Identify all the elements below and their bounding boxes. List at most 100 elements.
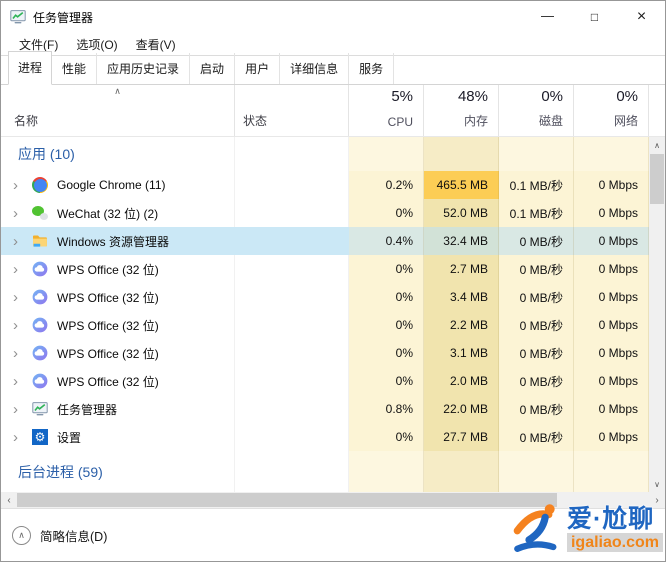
column-header-status[interactable]: 状态 xyxy=(235,85,349,136)
settings-gear-icon: ⚙ xyxy=(32,429,48,445)
tab-startup[interactable]: 启动 xyxy=(190,53,236,84)
column-header-cpu[interactable]: 5% CPU xyxy=(349,85,424,136)
chevron-right-icon[interactable]: › xyxy=(13,234,25,249)
memory-cell: 32.4 MB xyxy=(424,227,499,255)
memory-cell: 22.0 MB xyxy=(424,395,499,423)
chevron-right-icon[interactable]: › xyxy=(13,290,25,305)
network-cell: 0 Mbps xyxy=(574,283,649,311)
column-header-network[interactable]: 0% 网络 xyxy=(574,85,649,136)
process-name-cell: › Google Chrome (11) xyxy=(1,171,235,199)
chevron-right-icon[interactable]: › xyxy=(13,178,25,193)
process-name-cell: › WPS Office (32 位) xyxy=(1,339,235,367)
watermark-domain: igaliao.com xyxy=(566,533,663,553)
chevron-right-icon[interactable]: › xyxy=(13,402,25,417)
vertical-scrollbar[interactable]: ∧ ∨ xyxy=(649,137,665,492)
process-row[interactable]: › WPS Office (32 位) 0% 2.2 MB 0 MB/秒 0 Mbps xyxy=(1,311,665,339)
process-name: WPS Office (32 位) xyxy=(57,346,159,361)
chevron-right-icon[interactable]: › xyxy=(13,346,25,361)
process-row[interactable]: › WPS Office (32 位) 0% 2.7 MB 0 MB/秒 0 Mbps xyxy=(1,255,665,283)
tab-app-history[interactable]: 应用历史记录 xyxy=(97,53,191,84)
minimize-button[interactable]: — xyxy=(524,1,571,33)
network-cell: 0 Mbps xyxy=(574,395,649,423)
cpu-cell: 0.4% xyxy=(349,227,424,255)
group-row[interactable]: 后台进程 (59) xyxy=(1,451,665,491)
disk-cell xyxy=(499,451,574,491)
watermark-text: 爱·尬聊 igaliao.com xyxy=(566,504,663,553)
wps-office-icon xyxy=(32,345,48,361)
process-name: Google Chrome (11) xyxy=(57,178,166,192)
network-cell xyxy=(574,451,649,491)
chevron-right-icon[interactable]: › xyxy=(13,430,25,445)
process-name: WPS Office (32 位) xyxy=(57,262,159,277)
horizontal-scrollbar-thumb[interactable] xyxy=(17,493,557,507)
scroll-left-icon[interactable]: ‹ xyxy=(1,492,17,508)
fewer-details-icon[interactable]: ∧ xyxy=(12,525,31,545)
process-row[interactable]: › WPS Office (32 位) 0% 3.1 MB 0 MB/秒 0 Mbps xyxy=(1,339,665,367)
process-row[interactable]: › WPS Office (32 位) 0% 3.4 MB 0 MB/秒 0 Mbps xyxy=(1,283,665,311)
network-cell: 0 Mbps xyxy=(574,227,649,255)
status-cell xyxy=(235,171,349,199)
memory-cell: 465.5 MB xyxy=(424,171,499,199)
column-header-name[interactable]: ∧ 名称 xyxy=(1,85,235,136)
chevron-right-icon[interactable]: › xyxy=(13,318,25,333)
chevron-right-icon[interactable]: › xyxy=(13,206,25,221)
process-name-cell: › WPS Office (32 位) xyxy=(1,283,235,311)
chevron-right-icon[interactable]: › xyxy=(13,262,25,277)
chrome-icon xyxy=(32,177,48,193)
task-manager-window: 任务管理器 — □ × 文件(F) 选项(O) 查看(V) 进程 性能 应用历史… xyxy=(0,0,666,562)
process-row[interactable]: › Windows 资源管理器 0.4% 32.4 MB 0 MB/秒 0 Mbps xyxy=(1,227,665,255)
close-button[interactable]: × xyxy=(618,1,665,33)
minimize-icon: — xyxy=(541,7,554,23)
memory-total-value: 48% xyxy=(457,88,488,105)
tab-details[interactable]: 详细信息 xyxy=(280,53,350,84)
disk-cell: 0 MB/秒 xyxy=(499,395,574,423)
column-header-memory[interactable]: 48% 内存 xyxy=(424,85,499,136)
disk-cell: 0 MB/秒 xyxy=(499,339,574,367)
network-total-value: 0% xyxy=(616,88,638,105)
status-cell xyxy=(235,451,349,491)
title-bar: 任务管理器 — □ × xyxy=(1,1,665,33)
chevron-right-icon[interactable]: › xyxy=(13,374,25,389)
scroll-down-icon[interactable]: ∨ xyxy=(649,476,665,492)
process-name-cell: › WPS Office (32 位) xyxy=(1,367,235,395)
tab-users[interactable]: 用户 xyxy=(235,53,281,84)
network-cell: 0 Mbps xyxy=(574,199,649,227)
process-name: WeChat (32 位) (2) xyxy=(57,206,159,221)
disk-cell: 0 MB/秒 xyxy=(499,283,574,311)
watermark-brand: 爱·尬聊 xyxy=(566,504,655,533)
process-row[interactable]: › WeChat (32 位) (2) 0% 52.0 MB 0.1 MB/秒 0 Mbp… xyxy=(1,199,665,227)
cpu-cell: 0% xyxy=(349,311,424,339)
network-cell xyxy=(574,137,649,171)
process-name: WPS Office (32 位) xyxy=(57,290,159,305)
cpu-total-value: 5% xyxy=(391,88,413,105)
group-row[interactable]: 应用 (10) xyxy=(1,137,665,171)
watermark: 爱·尬聊 igaliao.com xyxy=(511,500,663,558)
network-cell: 0 Mbps xyxy=(574,171,649,199)
memory-cell xyxy=(424,451,499,491)
tab-processes[interactable]: 进程 xyxy=(8,51,53,85)
process-row[interactable]: › ⚙ 设置 0% 27.7 MB 0 MB/秒 0 Mbps xyxy=(1,423,665,451)
maximize-button[interactable]: □ xyxy=(571,1,618,33)
task-manager-icon xyxy=(10,9,26,25)
memory-cell: 52.0 MB xyxy=(424,199,499,227)
wps-office-icon xyxy=(32,373,48,389)
scroll-up-icon[interactable]: ∧ xyxy=(649,137,665,153)
tab-services[interactable]: 服务 xyxy=(349,53,395,84)
disk-cell: 0.1 MB/秒 xyxy=(499,199,574,227)
process-name-cell: › 任务管理器 xyxy=(1,395,235,423)
tab-performance[interactable]: 性能 xyxy=(52,53,98,84)
memory-cell: 27.7 MB xyxy=(424,423,499,451)
process-row[interactable]: › WPS Office (32 位) 0% 2.0 MB 0 MB/秒 0 Mbps xyxy=(1,367,665,395)
fewer-details-button[interactable]: 简略信息(D) xyxy=(40,526,107,545)
column-header-disk[interactable]: 0% 磁盘 xyxy=(499,85,574,136)
cpu-cell xyxy=(349,137,424,171)
process-row[interactable]: › Google Chrome (11) 0.2% 465.5 MB 0.1 MB/秒 0… xyxy=(1,171,665,199)
process-row[interactable]: › 任务管理器 0.8% 22.0 MB 0 MB/秒 0 Mbps xyxy=(1,395,665,423)
vertical-scrollbar-thumb[interactable] xyxy=(650,154,664,204)
memory-cell: 2.7 MB xyxy=(424,255,499,283)
wps-office-icon xyxy=(32,317,48,333)
memory-cell: 3.1 MB xyxy=(424,339,499,367)
cpu-cell: 0% xyxy=(349,199,424,227)
tab-bar: 进程 性能 应用历史记录 启动 用户 详细信息 服务 xyxy=(1,51,665,85)
network-cell: 0 Mbps xyxy=(574,367,649,395)
